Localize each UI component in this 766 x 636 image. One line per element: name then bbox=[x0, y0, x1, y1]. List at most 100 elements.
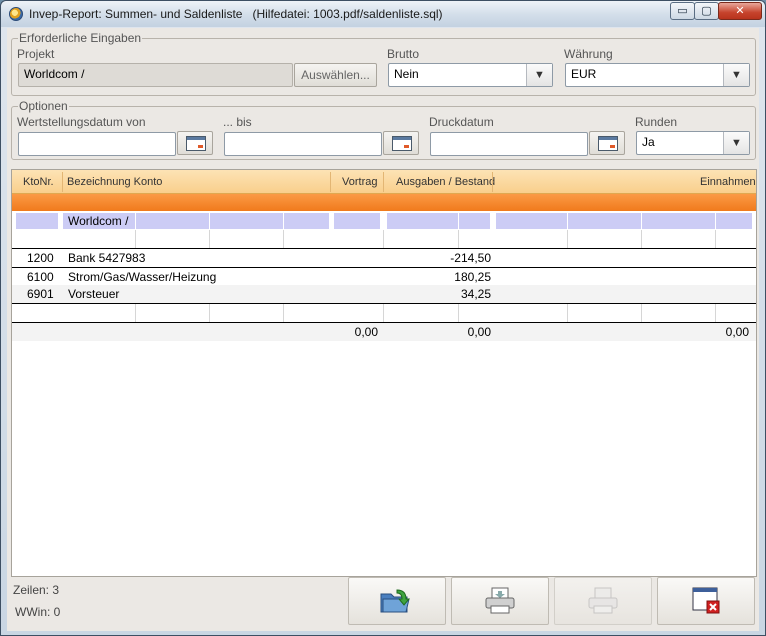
select-project-button[interactable]: Auswählen... bbox=[294, 63, 377, 87]
col-kto[interactable]: KtoNr. bbox=[23, 176, 54, 188]
von-label: Wertstellungsdatum von bbox=[17, 115, 146, 129]
chevron-down-icon[interactable]: ▼ bbox=[723, 64, 749, 86]
group-cell bbox=[16, 213, 58, 229]
client-area: Erforderliche Eingaben Projekt Worldcom … bbox=[7, 28, 759, 631]
bezeichnung-cell: Vorsteuer bbox=[68, 287, 120, 301]
calendar-icon bbox=[186, 136, 206, 151]
minimize-button[interactable]: ▭ bbox=[670, 2, 695, 20]
grid-line bbox=[135, 304, 136, 322]
report-grid[interactable]: KtoNr. Bezeichnung Konto Vortrag Ausgabe… bbox=[11, 169, 757, 577]
projekt-label: Projekt bbox=[17, 47, 55, 61]
export-button[interactable] bbox=[348, 577, 446, 625]
totals-row[interactable]: 0,00 0,00 0,00 bbox=[12, 323, 756, 341]
druckdatum-field[interactable] bbox=[430, 132, 588, 156]
runden-value: Ja bbox=[642, 135, 655, 149]
brutto-value: Nein bbox=[394, 67, 419, 81]
druckdatum-label: Druckdatum bbox=[429, 115, 494, 129]
grid-header: KtoNr. Bezeichnung Konto Vortrag Ausgabe… bbox=[12, 170, 756, 194]
von-date-field[interactable] bbox=[18, 132, 176, 156]
app-icon bbox=[9, 7, 23, 21]
export-folder-icon bbox=[380, 589, 411, 613]
table-row[interactable]: 1200 Bank 5427983 -214,50 bbox=[12, 249, 756, 267]
window-title: Invep-Report: Summen- und Saldenliste (H… bbox=[29, 7, 443, 21]
grid-line bbox=[641, 230, 642, 248]
bezeichnung-cell: Strom/Gas/Wasser/Heizung bbox=[68, 270, 217, 284]
grid-line bbox=[283, 230, 284, 248]
grid-line bbox=[209, 304, 210, 322]
calendar-icon bbox=[392, 136, 412, 151]
brutto-select[interactable]: Nein ▼ bbox=[388, 63, 553, 87]
grid-line bbox=[641, 212, 642, 230]
close-window-icon bbox=[692, 587, 720, 614]
options-legend: Optionen bbox=[18, 99, 69, 113]
ausgaben-cell: 180,25 bbox=[454, 270, 491, 284]
col-vortrag[interactable]: Vortrag bbox=[342, 176, 377, 188]
title-bar[interactable]: Invep-Report: Summen- und Saldenliste (H… bbox=[1, 1, 765, 27]
runden-label: Runden bbox=[635, 115, 678, 129]
col-separator bbox=[492, 172, 493, 192]
grid-group-bar bbox=[12, 194, 756, 211]
grid-line bbox=[715, 212, 716, 230]
wwin-status: WWin: 0 bbox=[15, 605, 61, 619]
group-cell bbox=[387, 213, 490, 229]
chevron-down-icon[interactable]: ▼ bbox=[723, 132, 749, 154]
print-button[interactable] bbox=[451, 577, 549, 625]
grid-line bbox=[209, 230, 210, 248]
table-row[interactable]: 6901 Vorsteuer 34,25 bbox=[12, 285, 756, 303]
waehrung-select[interactable]: EUR ▼ bbox=[565, 63, 750, 87]
grid-line bbox=[458, 212, 459, 230]
col-bezeichnung[interactable]: Bezeichnung Konto bbox=[67, 176, 162, 188]
ausgaben-cell: 34,25 bbox=[460, 287, 491, 301]
runden-select[interactable]: Ja ▼ bbox=[636, 131, 750, 155]
col-separator bbox=[383, 172, 384, 192]
calendar-icon bbox=[598, 136, 618, 151]
table-row[interactable]: 6100 Strom/Gas/Wasser/Heizung 180,25 bbox=[12, 268, 756, 286]
grid-line bbox=[458, 230, 459, 248]
bezeichnung-cell: Bank 5427983 bbox=[68, 251, 146, 265]
waehrung-label: Währung bbox=[564, 47, 613, 61]
col-separator bbox=[62, 172, 63, 192]
grid-line bbox=[209, 212, 210, 230]
bis-calendar-button[interactable] bbox=[383, 131, 419, 155]
grid-line bbox=[135, 230, 136, 248]
grid-line bbox=[567, 212, 568, 230]
grid-line bbox=[283, 304, 284, 322]
kto-cell: 1200 bbox=[27, 251, 54, 265]
ausgaben-cell: -214,50 bbox=[450, 251, 491, 265]
grid-line bbox=[567, 230, 568, 248]
close-button[interactable]: ✕ bbox=[718, 2, 762, 20]
grid-line bbox=[383, 304, 384, 322]
col-separator bbox=[330, 172, 331, 192]
druckdatum-calendar-button[interactable] bbox=[589, 131, 625, 155]
ausgaben-total: 0,00 bbox=[467, 325, 491, 339]
row-count-status: Zeilen: 3 bbox=[13, 583, 60, 597]
col-ausgaben[interactable]: Ausgaben / Bestand bbox=[396, 176, 495, 188]
grid-line bbox=[715, 304, 716, 322]
spacer-row bbox=[12, 230, 756, 248]
close-report-button[interactable] bbox=[657, 577, 755, 625]
group-row[interactable]: Worldcom / bbox=[12, 212, 756, 230]
col-einnahmen[interactable]: Einnahmen bbox=[700, 176, 756, 188]
bis-date-field[interactable] bbox=[224, 132, 382, 156]
grid-line bbox=[641, 304, 642, 322]
spacer-row bbox=[12, 304, 756, 322]
grid-line bbox=[283, 212, 284, 230]
group-cell bbox=[496, 213, 752, 229]
grid-line bbox=[567, 304, 568, 322]
group-label: Worldcom / bbox=[68, 214, 129, 228]
chevron-down-icon[interactable]: ▼ bbox=[526, 64, 552, 86]
bis-label: ... bis bbox=[223, 115, 252, 129]
kto-cell: 6901 bbox=[27, 287, 54, 301]
grid-line bbox=[135, 212, 136, 230]
printer-icon bbox=[485, 587, 515, 614]
grid-line bbox=[383, 230, 384, 248]
projekt-field[interactable]: Worldcom / bbox=[18, 63, 293, 87]
required-inputs-legend: Erforderliche Eingaben bbox=[18, 31, 143, 45]
print-preview-button[interactable] bbox=[554, 577, 652, 625]
grid-line bbox=[458, 304, 459, 322]
von-calendar-button[interactable] bbox=[177, 131, 213, 155]
group-cell bbox=[334, 213, 380, 229]
vortrag-total: 0,00 bbox=[354, 325, 378, 339]
maximize-button[interactable]: ▢ bbox=[694, 2, 719, 20]
kto-cell: 6100 bbox=[27, 270, 54, 284]
